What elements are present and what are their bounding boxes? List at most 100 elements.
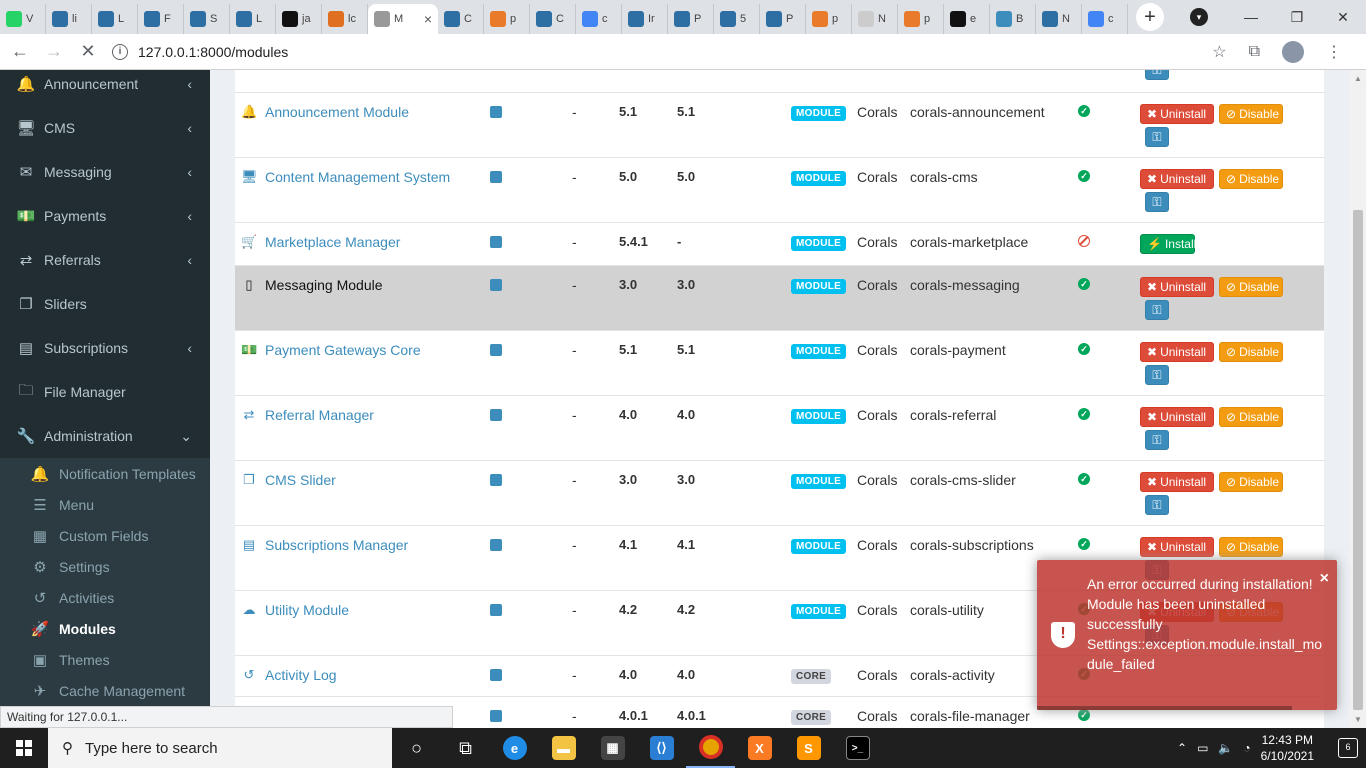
sidebar-item-payments[interactable]: 💵 Payments ‹ bbox=[0, 194, 210, 238]
url-field[interactable]: i 127.0.0.1:8000/modules bbox=[112, 38, 1198, 66]
browser-tab-active[interactable]: M × bbox=[368, 4, 438, 34]
uninstall-button[interactable]: ✖Uninstall bbox=[1140, 277, 1214, 297]
sidebar-item-messaging[interactable]: ✉ Messaging ‹ bbox=[0, 150, 210, 194]
sidebar-item-referrals[interactable]: ⇄ Referrals ‹ bbox=[0, 238, 210, 282]
uninstall-button[interactable]: ✖Uninstall bbox=[1140, 104, 1214, 124]
stop-loading-button[interactable]: ✕ bbox=[78, 41, 98, 62]
module-name-link[interactable]: 🖥 Content Management System bbox=[241, 169, 450, 185]
uninstall-button[interactable]: ✖Uninstall bbox=[1140, 537, 1214, 557]
uninstall-button[interactable]: ✖Uninstall bbox=[1140, 472, 1214, 492]
uninstall-button[interactable]: ✖Uninstall bbox=[1140, 169, 1214, 189]
taskbar-search-box[interactable]: ⚲ Type here to search bbox=[48, 728, 392, 768]
forward-button[interactable]: → bbox=[44, 41, 64, 62]
file-explorer-icon[interactable]: ▬ bbox=[539, 728, 588, 768]
notification-center-icon[interactable]: 6 bbox=[1338, 738, 1358, 758]
module-name-link[interactable]: ☁ Utility Module bbox=[241, 602, 350, 618]
minimize-button[interactable]: — bbox=[1228, 9, 1274, 25]
browser-tab[interactable]: C bbox=[530, 4, 576, 34]
restore-button[interactable]: ❐ bbox=[1274, 9, 1320, 26]
taskbar-clock[interactable]: 12:43 PM 6/10/2021 bbox=[1261, 732, 1314, 764]
module-name-link[interactable]: ↺ Activity Log bbox=[241, 667, 337, 683]
vscode-icon[interactable]: ⟨⟩ bbox=[637, 728, 686, 768]
browser-menu-icon[interactable]: ⋮ bbox=[1326, 42, 1342, 62]
new-tab-button[interactable]: + bbox=[1136, 3, 1164, 31]
install-button[interactable]: ⚡ Install bbox=[1140, 234, 1196, 254]
page-scrollbar[interactable]: ▲ ▼ bbox=[1350, 70, 1366, 728]
browser-tab[interactable]: P bbox=[760, 4, 806, 34]
browser-tab[interactable]: L bbox=[92, 4, 138, 34]
sticky-note-icon[interactable] bbox=[490, 279, 502, 291]
scrollbar-thumb[interactable] bbox=[1353, 210, 1363, 710]
license-key-button[interactable]: ⚿ bbox=[1145, 495, 1169, 515]
browser-tab[interactable]: c bbox=[576, 4, 622, 34]
license-key-button[interactable]: ⚿ bbox=[1145, 300, 1169, 320]
browser-tab[interactable]: N bbox=[1036, 4, 1082, 34]
sidebar-item-subscriptions[interactable]: ▤ Subscriptions ‹ bbox=[0, 326, 210, 370]
module-name-link[interactable]: ▤ Subscriptions Manager bbox=[241, 537, 408, 553]
close-window-button[interactable]: ✕ bbox=[1320, 9, 1366, 26]
sidebar-item-announcement[interactable]: 🔔 Announcement ‹ bbox=[0, 70, 210, 106]
disable-button[interactable]: ⊘Disable bbox=[1219, 537, 1283, 557]
browser-tab[interactable]: L bbox=[230, 4, 276, 34]
module-name-link[interactable]: 💵 Payment Gateways Core bbox=[241, 342, 421, 358]
battery-icon[interactable]: ▭ bbox=[1197, 741, 1208, 755]
browser-tab[interactable]: F bbox=[138, 4, 184, 34]
sticky-note-icon[interactable] bbox=[490, 409, 502, 421]
edge-icon[interactable]: e bbox=[490, 728, 539, 768]
disable-button[interactable]: ⊘Disable bbox=[1219, 104, 1283, 124]
browser-tab[interactable]: li bbox=[46, 4, 92, 34]
browser-tab[interactable]: V bbox=[0, 4, 46, 34]
xampp-icon[interactable]: X bbox=[735, 728, 784, 768]
browser-tab[interactable]: lc bbox=[322, 4, 368, 34]
sticky-note-icon[interactable] bbox=[490, 604, 502, 616]
profile-dropdown-icon[interactable]: ▾ bbox=[1190, 8, 1208, 26]
wifi-icon[interactable]: ◔ bbox=[1243, 741, 1250, 755]
sticky-note-icon[interactable] bbox=[490, 106, 502, 118]
sidebar-subitem-custom-fields[interactable]: ▦ Custom Fields bbox=[0, 520, 210, 551]
disable-button[interactable]: ⊘Disable bbox=[1219, 472, 1283, 492]
sidebar-item-file-manager[interactable]: 🗀 File Manager bbox=[0, 370, 210, 414]
sidebar-subitem-notification-templates[interactable]: 🔔 Notification Templates bbox=[0, 458, 210, 489]
sidebar-item-cms[interactable]: 🖥 CMS ‹ bbox=[0, 106, 210, 150]
sticky-note-icon[interactable] bbox=[490, 669, 502, 681]
module-name-link[interactable]: 🛒 Marketplace Manager bbox=[241, 234, 400, 250]
terminal-icon[interactable]: >_ bbox=[833, 728, 882, 768]
start-button[interactable] bbox=[0, 728, 48, 768]
profile-avatar[interactable] bbox=[1282, 40, 1304, 63]
module-name-link[interactable]: ▯ Messaging Module bbox=[241, 277, 382, 293]
browser-tab[interactable]: c bbox=[1082, 4, 1128, 34]
tray-overflow-chevron-icon[interactable]: ⌃ bbox=[1177, 741, 1187, 755]
cortana-icon[interactable]: ○ bbox=[392, 728, 441, 768]
extensions-puzzle-icon[interactable]: ⧉ bbox=[1249, 43, 1260, 61]
sidebar-item-administration[interactable]: 🔧 Administration ⌄ bbox=[0, 414, 210, 458]
uninstall-button[interactable]: ✖Uninstall bbox=[1140, 342, 1214, 362]
module-name-link[interactable]: ❐ CMS Slider bbox=[241, 472, 336, 488]
scroll-down-arrow[interactable]: ▼ bbox=[1354, 715, 1362, 724]
disable-button[interactable]: ⊘Disable bbox=[1219, 169, 1283, 189]
bookmark-star-icon[interactable]: ☆ bbox=[1212, 42, 1226, 62]
scroll-up-arrow[interactable]: ▲ bbox=[1354, 74, 1362, 83]
sticky-note-icon[interactable] bbox=[490, 236, 502, 248]
sticky-note-icon[interactable] bbox=[490, 710, 502, 722]
browser-tab[interactable]: e bbox=[944, 4, 990, 34]
sidebar-subitem-modules[interactable]: 🚀 Modules bbox=[0, 613, 210, 644]
sidebar-subitem-themes[interactable]: ▣ Themes bbox=[0, 644, 210, 675]
toast-close-button[interactable]: × bbox=[1320, 570, 1329, 588]
module-name-link[interactable]: 🔔 Announcement Module bbox=[241, 104, 409, 120]
task-view-icon[interactable]: ⧉ bbox=[441, 728, 490, 768]
volume-icon[interactable]: 🔈 bbox=[1218, 741, 1233, 755]
sticky-note-icon[interactable] bbox=[490, 344, 502, 356]
browser-tab[interactable]: p bbox=[484, 4, 530, 34]
store-icon[interactable]: ▦ bbox=[588, 728, 637, 768]
sticky-note-icon[interactable] bbox=[490, 474, 502, 486]
browser-tab[interactable]: p bbox=[806, 4, 852, 34]
sticky-note-icon[interactable] bbox=[490, 539, 502, 551]
browser-tab[interactable]: ja bbox=[276, 4, 322, 34]
license-key-button[interactable]: ⚿ bbox=[1145, 127, 1169, 147]
sublime-icon[interactable]: S bbox=[784, 728, 833, 768]
browser-tab[interactable]: C bbox=[438, 4, 484, 34]
license-key-button[interactable]: ⚿ bbox=[1145, 192, 1169, 212]
license-key-button[interactable]: ⚿ bbox=[1145, 365, 1169, 385]
license-key-button[interactable]: ⚿ bbox=[1145, 430, 1169, 450]
sidebar-subitem-settings[interactable]: ⚙ Settings bbox=[0, 551, 210, 582]
